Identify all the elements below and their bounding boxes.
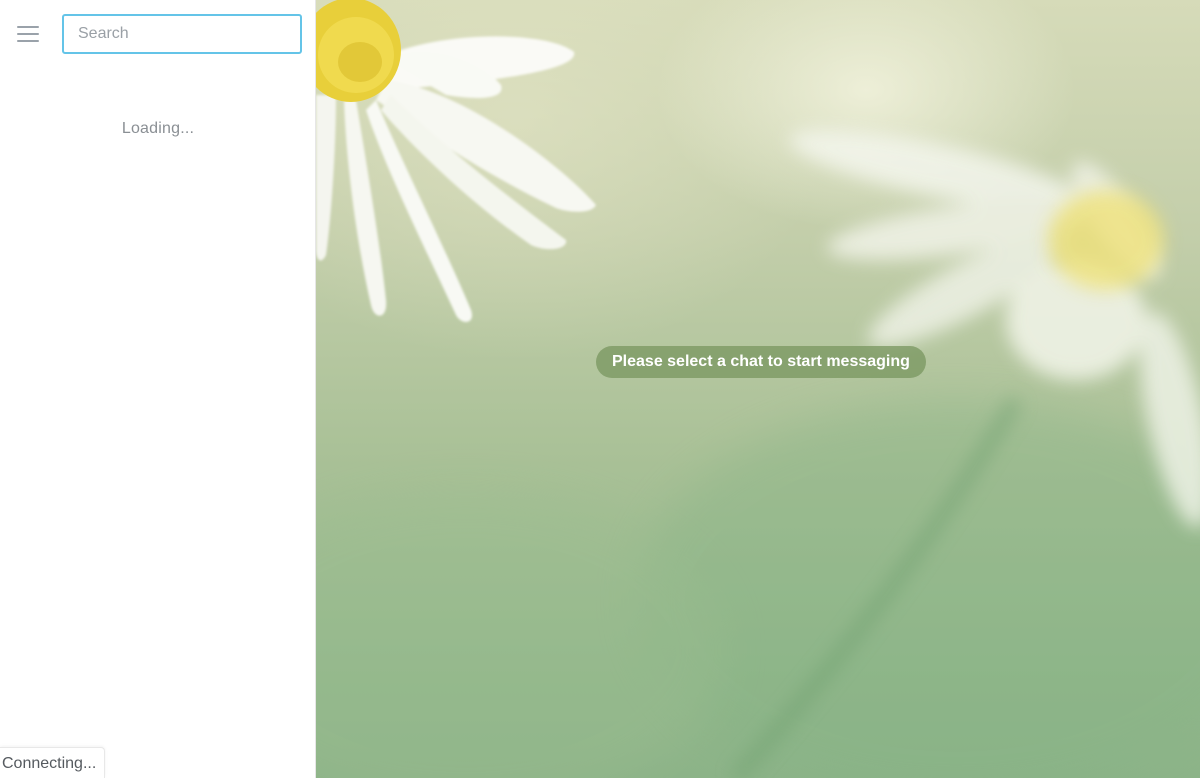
menu-bar: [17, 26, 39, 28]
loading-indicator: Loading...: [121, 120, 195, 137]
messenger-app: Loading... Connecting...: [0, 0, 1200, 778]
hamburger-menu-icon[interactable]: [14, 22, 42, 46]
search-wrapper: [62, 14, 302, 54]
menu-bar: [17, 40, 39, 42]
daisy-flowers-wallpaper: [316, 0, 1200, 778]
sidebar-header: [0, 14, 316, 54]
search-input[interactable]: [62, 14, 302, 54]
connection-status: Connecting...: [0, 747, 106, 778]
select-chat-message: Please select a chat to start messaging: [596, 346, 926, 378]
chat-area: Please select a chat to start messaging: [316, 0, 1200, 778]
sidebar: Loading... Connecting...: [0, 0, 316, 778]
menu-bar: [17, 33, 39, 35]
